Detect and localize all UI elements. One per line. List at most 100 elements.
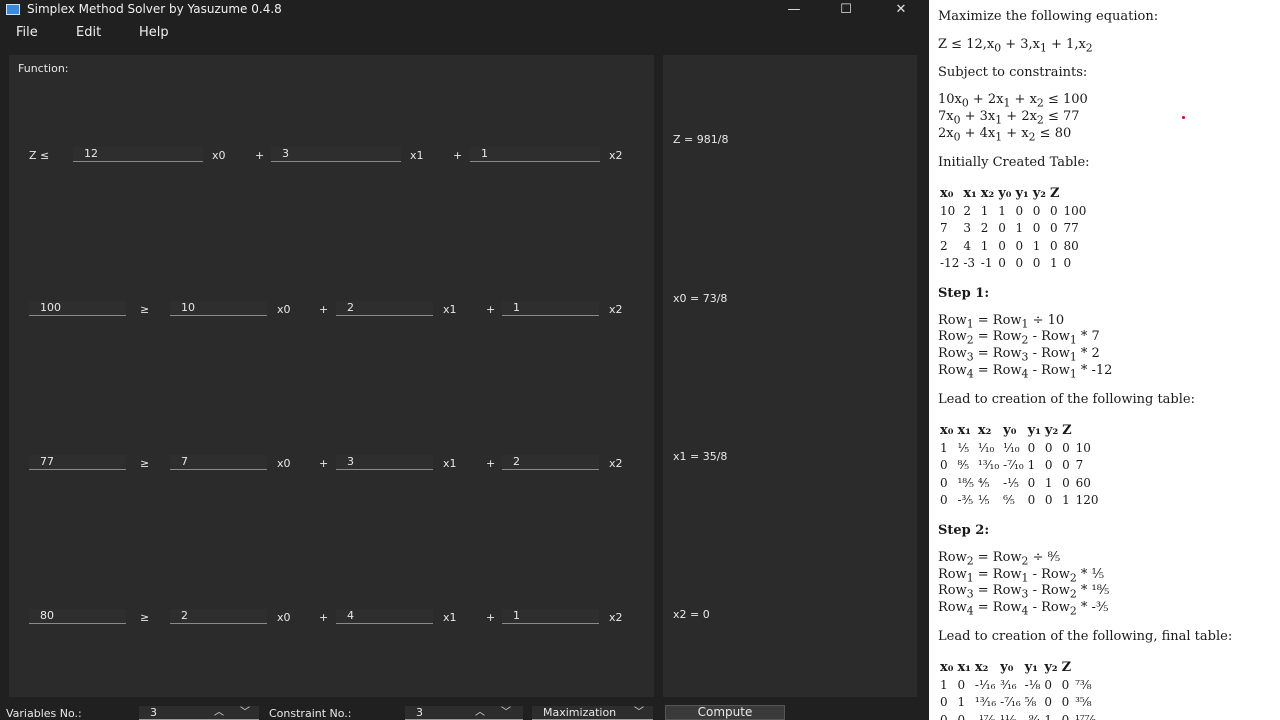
menu-bar: File Edit Help	[0, 22, 929, 44]
mode-select[interactable]: Maximization ﹀	[532, 706, 653, 720]
table-cell: 0	[1032, 203, 1041, 218]
menu-help[interactable]: Help	[139, 25, 169, 40]
compute-button[interactable]: Compute	[665, 705, 785, 720]
table-cell: 120	[1075, 493, 1099, 507]
constraint-2-coef-x0-input[interactable]: 7	[170, 455, 267, 470]
table-header-cell: x₀	[940, 660, 954, 675]
close-button[interactable]: ✕	[875, 0, 927, 20]
table-cell: 60	[1075, 475, 1091, 490]
table-row: 1 ⅕ ¹⁄₁₀ ¹⁄₁₀ 0 0 0 10	[938, 440, 1101, 458]
table-header-cell: Z	[1049, 186, 1060, 201]
step-1-op-1: Row1 = Row1 ÷ 10	[938, 313, 1065, 331]
minimize-button[interactable]: —	[768, 0, 820, 20]
table-cell: -¹⁄₁₆	[974, 677, 996, 692]
table-cell: 0	[940, 475, 948, 490]
table-cell: 0	[1027, 475, 1036, 490]
spin-down-icon[interactable]: ﹀	[240, 706, 250, 719]
table-header-cell: Z	[1061, 660, 1072, 675]
objective-coef-x0-input[interactable]: 12	[73, 147, 203, 162]
variables-spinbox[interactable]: 3 ︿ ﹀	[139, 706, 259, 720]
constraint-var-x2: x2	[609, 611, 623, 624]
initial-table: x₀ x₁ x₂ y₀ y₁ y₂ Z 10 2 1 1 0 0 0 100 7 3 2 0 1 0 0 77 2 4 1 0 0 1 0…	[938, 185, 1088, 273]
constraint-1-coef-x2-input[interactable]: 1	[502, 301, 599, 316]
table-header-cell: x₁	[963, 186, 977, 201]
table-cell: ⁶⁄₅	[1003, 493, 1015, 507]
table-cell: 0	[1061, 695, 1070, 709]
table-cell: ¹³⁄₁₀	[977, 458, 1000, 472]
table-header-cell: y₀	[998, 186, 1012, 201]
result-x0: x0 = 73/8	[673, 292, 728, 305]
table-cell: 0	[1049, 203, 1058, 218]
table-cell: 0	[1044, 440, 1053, 455]
window-title: Simplex Method Solver by Yasuzume 0.4.8	[27, 2, 282, 16]
table-header-cell: y₀	[1000, 660, 1014, 675]
objective-var-x0: x0	[212, 149, 226, 162]
variables-value: 3	[150, 706, 157, 719]
maximize-button[interactable]: ☐	[820, 0, 872, 20]
table-row: 2 4 1 0 0 1 0 80	[938, 238, 1088, 256]
table-cell: 2	[940, 238, 948, 253]
menu-edit[interactable]: Edit	[76, 25, 101, 40]
objective-coef-x2-input[interactable]: 1	[470, 147, 600, 162]
table-cell: 1	[1049, 256, 1058, 270]
table-cell: 0	[1032, 221, 1041, 235]
menu-file[interactable]: File	[16, 25, 38, 40]
step-2-op-1: Row2 = Row2 ÷ ⁸⁄₅	[938, 550, 1061, 568]
table-cell: -⁹⁄₄	[1024, 712, 1041, 720]
table-cell: 0	[1062, 475, 1070, 490]
plus-sign: +	[319, 611, 329, 624]
results-panel	[663, 55, 917, 697]
constraint-var-x1: x1	[443, 303, 457, 316]
spin-up-icon[interactable]: ︿	[475, 706, 485, 719]
table-cell: -⅗	[957, 493, 974, 507]
constraints-spinbox[interactable]: 3 ︿ ﹀	[405, 706, 523, 720]
table-cell: ¹³⁄₁₆	[974, 695, 997, 709]
constraint-3-coef-x0-input[interactable]: 2	[170, 609, 267, 624]
lead-2-heading: Lead to creation of the following, final…	[938, 629, 1233, 644]
constraint-2-coef-x1-input[interactable]: 3	[336, 455, 433, 470]
table-cell: -⅛	[1024, 677, 1041, 692]
constraint-1-coef-x0-input[interactable]: 10	[170, 301, 267, 316]
result-x2: x2 = 0	[673, 608, 710, 621]
table-cell: 1	[1027, 458, 1036, 472]
constraints-value: 3	[416, 706, 423, 719]
table-header-cell: x₂	[977, 423, 992, 438]
table-cell: ⅕	[957, 440, 970, 455]
constraint-1-coef-x1-input[interactable]: 2	[336, 301, 433, 316]
table-cell: 10	[940, 203, 956, 218]
table-cell: 0	[1044, 695, 1052, 709]
table-cell: ¹⁷⁷⁄₂	[1075, 712, 1097, 720]
objective-equation: Z ≤ 12,x0 + 3,x1 + 1,x2	[938, 37, 1093, 55]
table-row: -12 -3 -1 0 0 0 1 0	[938, 255, 1088, 273]
objective-coef-x1-input[interactable]: 3	[271, 147, 401, 162]
table-row: 1 0 -¹⁄₁₆ ³⁄₁₆ -⅛ 0 0 ⁷³⁄₈	[938, 677, 1098, 695]
constraint-3-coef-x1-input[interactable]: 4	[336, 609, 433, 624]
table-cell: ⅕	[977, 493, 990, 507]
lead-1-heading: Lead to creation of the following table:	[938, 392, 1195, 407]
constraint-3-coef-x2-input[interactable]: 1	[502, 609, 599, 624]
table-cell: 1	[1015, 221, 1024, 235]
result-z: Z = 981/8	[673, 133, 729, 146]
table-row: 0 -⅗ ⅕ ⁶⁄₅ 0 0 1 120	[938, 492, 1101, 510]
table-cell: 0	[1049, 221, 1058, 235]
constraint-1-rhs-input[interactable]: 100	[29, 301, 126, 316]
constraint-3-rhs-input[interactable]: 80	[29, 609, 126, 624]
constraint-2-sign: ≥	[140, 457, 150, 470]
table-cell: ⅝	[1024, 695, 1037, 709]
constraint-2-coef-x2-input[interactable]: 2	[502, 455, 599, 470]
constraint-2-rhs-input[interactable]: 77	[29, 455, 126, 470]
spin-up-icon[interactable]: ︿	[214, 706, 224, 719]
table-cell: ⁷³⁄₈	[1075, 677, 1092, 692]
spin-down-icon[interactable]: ﹀	[501, 706, 511, 719]
table-cell: ⁴⁄₅	[977, 475, 990, 490]
table-cell: 1	[957, 695, 966, 709]
table-cell: 0	[940, 458, 948, 472]
table-cell: 1	[1044, 475, 1053, 490]
constraint-3-sign: ≥	[140, 611, 150, 624]
table-row: 0 ⁸⁄₅ ¹³⁄₁₀ -⁷⁄₁₀ 1 0 0 7	[938, 457, 1101, 475]
table-cell: -⁷⁄₁₆	[1000, 695, 1021, 709]
step-1-heading: Step 1:	[938, 286, 990, 301]
table-cell: ¹⁄₁₀	[1003, 440, 1020, 455]
table-header-cell: Z	[1062, 423, 1072, 438]
table-header-cell: y₁	[1015, 186, 1029, 201]
